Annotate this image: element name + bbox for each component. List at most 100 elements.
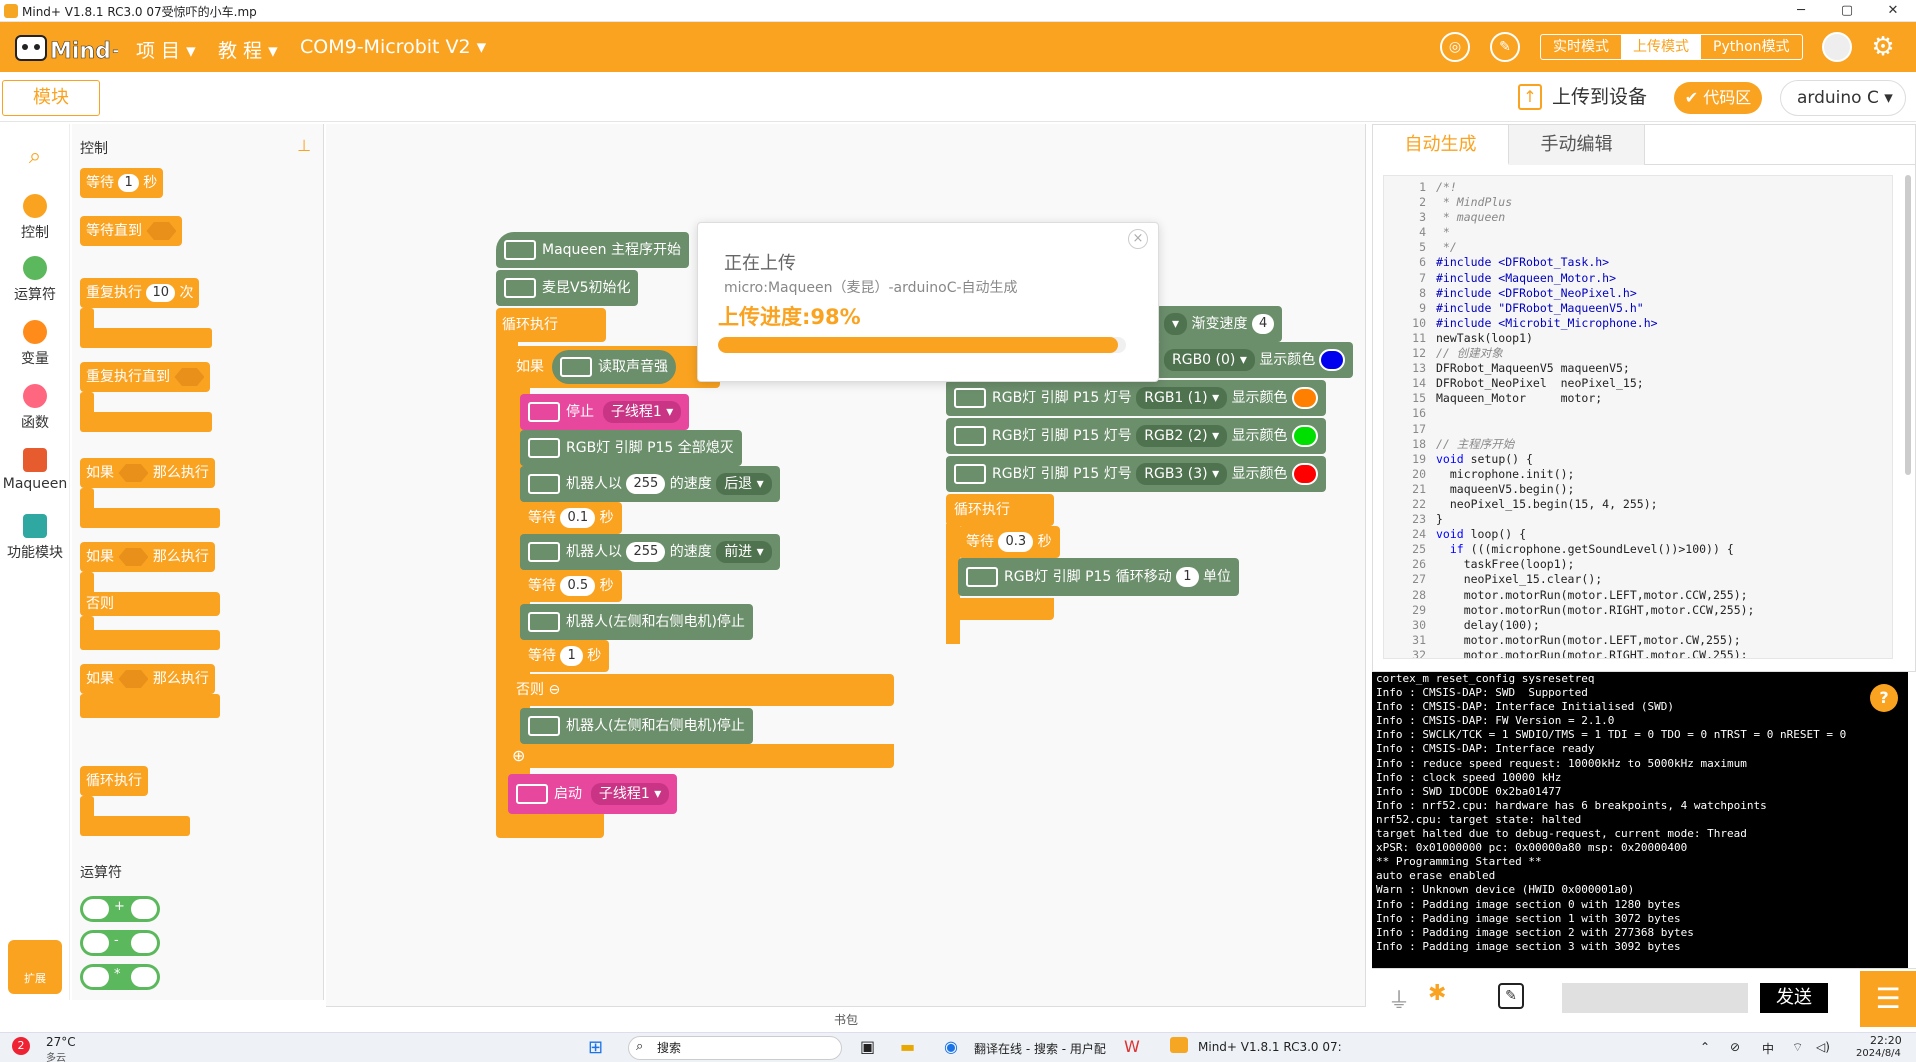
category-maqueen[interactable]: Maqueen <box>0 448 70 492</box>
search-icon[interactable]: ⌕ <box>0 144 70 169</box>
avatar[interactable] <box>1822 32 1852 62</box>
palette-repeat-block[interactable]: 重复执行 10 次 <box>80 278 200 308</box>
menu-tutorial[interactable]: 教 程 ▾ <box>218 36 278 63</box>
svg-text:Mind+: Mind+ <box>50 39 118 64</box>
block-maqueen-main-start[interactable]: Maqueen 主程序开始 <box>496 232 689 268</box>
list-icon[interactable]: ☰ <box>1860 971 1916 1027</box>
send-button[interactable]: 发送 <box>1760 983 1828 1013</box>
help-button[interactable]: ? <box>1870 684 1898 712</box>
bookbag-bar[interactable]: 书包 <box>326 1006 1366 1032</box>
volume-icon[interactable]: ◁) <box>1816 1040 1830 1054</box>
category-control[interactable]: 控制 <box>0 194 70 242</box>
upload-icon: ↑ <box>1518 84 1542 110</box>
block-rgb-all-off[interactable]: RGB灯 引脚 P15 全部熄灭 <box>520 430 742 466</box>
task-view-icon[interactable]: ▣ <box>860 1037 875 1056</box>
block-rgb-led-1[interactable]: RGB灯 引脚 P15 灯号 RGB1 (1) ▾ 显示颜色 <box>946 380 1326 416</box>
block-robot-move-backward[interactable]: 机器人以 255 的速度 后退 ▾ <box>520 466 780 502</box>
mode-upload[interactable]: 上传模式 <box>1621 35 1701 59</box>
ime-indicator[interactable]: 中 <box>1762 1040 1774 1057</box>
usb-icon[interactable]: ⏚ <box>1388 983 1410 1015</box>
block-rgb-led-3[interactable]: RGB灯 引脚 P15 灯号 RGB3 (3) ▾ 显示颜色 <box>946 456 1326 492</box>
language-select[interactable]: arduino C ▾ <box>1780 80 1906 116</box>
maximize-button[interactable]: ▢ <box>1824 0 1870 22</box>
mindplus-taskbar-icon[interactable] <box>1170 1037 1188 1053</box>
block-stop-thread[interactable]: 停止 子线程1 ▾ <box>520 394 690 430</box>
category-operators[interactable]: 运算符 <box>0 256 70 304</box>
clock-date: 2024/8/4 <box>1856 1048 1901 1059</box>
tray-chevron-icon[interactable]: ⌃ <box>1700 1040 1710 1054</box>
wifi-icon[interactable]: ⌔ <box>1792 1040 1803 1055</box>
category-function-modules[interactable]: 功能模块 <box>0 514 70 562</box>
mode-switch: 实时模式 上传模式 Python模式 <box>1540 34 1803 60</box>
block-start-thread[interactable]: 启动 子线程1 ▾ <box>508 774 678 814</box>
clock-time[interactable]: 22:20 <box>1870 1034 1902 1047</box>
palette-wait-block[interactable]: 等待 1 秒 <box>80 168 164 198</box>
block-read-sound[interactable]: 读取声音强 <box>552 350 676 384</box>
block-wait-4[interactable]: 等待 0.3 秒 <box>958 526 1060 558</box>
settings-gear-icon[interactable]: ⚙ <box>1868 32 1898 62</box>
wps-icon[interactable]: W <box>1124 1037 1140 1056</box>
device-icon[interactable]: ◎ <box>1440 32 1470 62</box>
block-palette: 控制 ⊥ 等待 1 秒 等待直到 重复执行 10 次 重复执行直到 如果 那么执… <box>72 124 324 1000</box>
menu-project[interactable]: 项 目 ▾ <box>136 36 196 63</box>
pin-icon[interactable]: ⊥ <box>297 136 311 155</box>
taskbar-app-tab[interactable]: Mind+ V1.8.1 RC3.0 07: <box>1198 1040 1342 1054</box>
category-bar: ⌕ 控制 运算符 变量 函数 Maqueen 功能模块 扩展 <box>0 124 70 1000</box>
block-wait-1[interactable]: 等待 0.1 秒 <box>520 502 622 534</box>
block-rgb-led-0[interactable]: RGB0 (0) ▾ 显示颜色 <box>1156 342 1354 378</box>
edge-icon[interactable]: ◉ <box>944 1037 958 1056</box>
upload-progress-text: 上传进度:98% <box>718 305 861 329</box>
weather-desc: 多云 <box>46 1053 66 1062</box>
dialog-close-button[interactable]: × <box>1128 229 1148 249</box>
tab-modules[interactable]: 模块 <box>2 80 100 116</box>
close-button[interactable]: ✕ <box>1870 0 1916 22</box>
taskbar-search[interactable]: 搜索 <box>628 1036 842 1060</box>
block-wait-3[interactable]: 等待 1 秒 <box>520 640 610 672</box>
palette-repeat-until-block[interactable]: 重复执行直到 <box>80 362 211 392</box>
block-robot-move-forward[interactable]: 机器人以 255 的速度 前进 ▾ <box>520 534 780 570</box>
tab-auto-generate[interactable]: 自动生成 <box>1373 125 1509 165</box>
block-loop-2[interactable]: 循环执行 <box>946 494 1054 526</box>
pin-toggle-icon[interactable]: ✱ <box>1428 981 1446 1006</box>
mode-realtime[interactable]: 实时模式 <box>1541 35 1621 59</box>
block-maqueen-init[interactable]: 麦昆V5初始化 <box>496 270 639 306</box>
category-functions[interactable]: 函数 <box>0 384 70 432</box>
block-else[interactable]: 否则 ⊖ <box>508 674 894 706</box>
app-header: Mind+ 项 目 ▾ 教 程 ▾ COM9-Microbit V2 ▾ ◎ ✎… <box>0 22 1916 72</box>
minimize-button[interactable]: ─ <box>1778 0 1824 22</box>
palette-add-block[interactable]: + <box>80 896 160 922</box>
tab-manual-edit[interactable]: 手动编辑 <box>1509 125 1645 165</box>
windows-start-icon[interactable]: ⊞ <box>588 1037 603 1058</box>
block-robot-stop-2[interactable]: 机器人(左侧和右侧电机)停止 <box>520 708 753 744</box>
palette-if-plus-block[interactable]: 如果 那么执行 <box>80 664 215 694</box>
block-wait-2[interactable]: 等待 0.5 秒 <box>520 570 622 602</box>
code-editor[interactable]: 1 2 3 4 5 6 7 8 9 10 11 12 13 14 15 16 1… <box>1383 175 1893 659</box>
block-rgb-shift[interactable]: RGB灯 引脚 P15 循环移动 1 单位 <box>958 558 1239 596</box>
category-variables[interactable]: 变量 <box>0 320 70 368</box>
edit-icon[interactable]: ✎ <box>1490 32 1520 62</box>
palette-if-block[interactable]: 如果 那么执行 <box>80 458 215 488</box>
palette-if-else-block[interactable]: 如果 那么执行 <box>80 542 215 572</box>
palette-forever-block[interactable]: 循环执行 <box>80 766 148 796</box>
tray-network-icon[interactable]: ⊘ <box>1730 1040 1740 1054</box>
taskbar-browser-tab[interactable]: 翻译在线 - 搜索 - 用户配 <box>974 1040 1106 1057</box>
title-bar: Mind+ V1.8.1 RC3.0 07受惊吓的小车.mp ─ ▢ ✕ <box>0 0 1916 22</box>
mode-python[interactable]: Python模式 <box>1701 35 1802 59</box>
block-robot-stop-1[interactable]: 机器人(左侧和右侧电机)停止 <box>520 604 753 640</box>
code-scrollbar[interactable] <box>1905 175 1911 475</box>
palette-wait-until-block[interactable]: 等待直到 <box>80 216 183 246</box>
menu-device[interactable]: COM9-Microbit V2 ▾ <box>300 36 486 58</box>
palette-subtract-block[interactable]: - <box>80 930 160 956</box>
file-explorer-icon[interactable]: ▬ <box>900 1037 915 1056</box>
upload-to-device-button[interactable]: ↑ 上传到设备 <box>1518 82 1647 112</box>
weather-temp[interactable]: 27°C <box>46 1035 76 1049</box>
block-gradient-speed[interactable]: ▾ 渐变速度 4 <box>1156 306 1283 342</box>
clear-console-icon[interactable]: ✎ <box>1498 983 1524 1009</box>
serial-input[interactable] <box>1562 983 1748 1013</box>
palette-multiply-block[interactable]: * <box>80 964 160 990</box>
code-area-toggle[interactable]: ✔ 代码区 <box>1674 82 1762 114</box>
block-rgb-led-2[interactable]: RGB灯 引脚 P15 灯号 RGB2 (2) ▾ 显示颜色 <box>946 418 1326 454</box>
add-branch-icon[interactable]: ⊕ <box>512 746 525 765</box>
extension-button[interactable]: 扩展 <box>8 940 62 994</box>
secondary-toolbar: 模块 ↑ 上传到设备 ✔ 代码区 arduino C ▾ <box>0 72 1916 122</box>
